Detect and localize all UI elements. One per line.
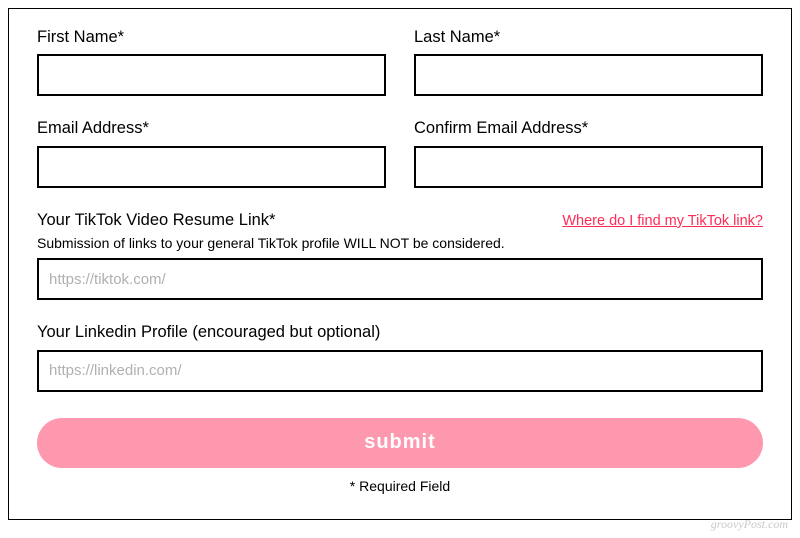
email-group: Email Address* (37, 118, 386, 187)
form-container: First Name* Last Name* Email Address* Co… (8, 8, 792, 520)
tiktok-link-input[interactable] (37, 258, 763, 300)
name-row: First Name* Last Name* (37, 27, 763, 96)
first-name-label: First Name* (37, 27, 386, 48)
linkedin-group: Your Linkedin Profile (encouraged but op… (37, 322, 763, 391)
linkedin-label: Your Linkedin Profile (encouraged but op… (37, 322, 763, 343)
email-row: Email Address* Confirm Email Address* (37, 118, 763, 187)
first-name-group: First Name* (37, 27, 386, 96)
submit-button[interactable]: submit (37, 418, 763, 468)
confirm-email-label: Confirm Email Address* (414, 118, 763, 139)
tiktok-help-link[interactable]: Where do I find my TikTok link? (562, 213, 763, 229)
tiktok-link-label: Your TikTok Video Resume Link* (37, 210, 275, 231)
email-label: Email Address* (37, 118, 386, 139)
tiktok-link-group: Your TikTok Video Resume Link* Where do … (37, 210, 763, 300)
last-name-group: Last Name* (414, 27, 763, 96)
last-name-label: Last Name* (414, 27, 763, 48)
email-input[interactable] (37, 146, 386, 188)
first-name-input[interactable] (37, 54, 386, 96)
required-field-footer: * Required Field (37, 478, 763, 494)
confirm-email-group: Confirm Email Address* (414, 118, 763, 187)
tiktok-header-row: Your TikTok Video Resume Link* Where do … (37, 210, 763, 231)
tiktok-hint-text: Submission of links to your general TikT… (37, 235, 763, 251)
linkedin-input[interactable] (37, 350, 763, 392)
last-name-input[interactable] (414, 54, 763, 96)
confirm-email-input[interactable] (414, 146, 763, 188)
